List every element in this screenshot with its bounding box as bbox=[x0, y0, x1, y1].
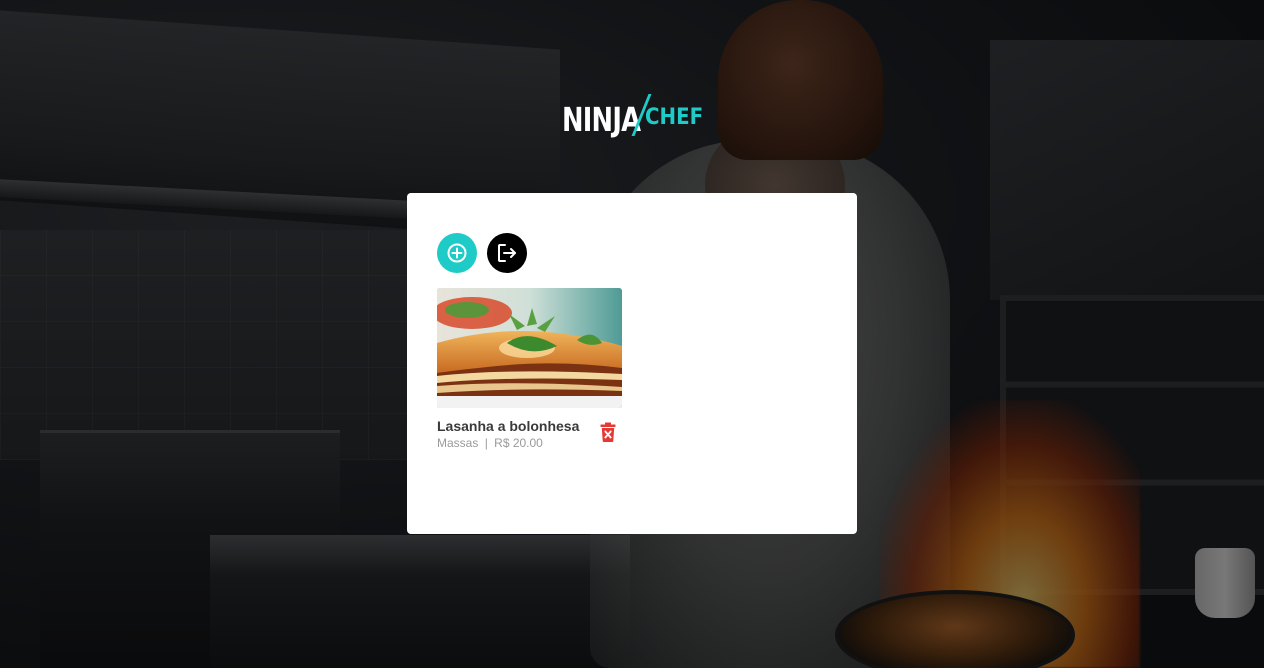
panel-actions bbox=[437, 233, 527, 273]
dish-photo[interactable] bbox=[437, 288, 622, 408]
add-dish-button[interactable] bbox=[437, 233, 477, 273]
logout-button[interactable] bbox=[487, 233, 527, 273]
dish-category: Massas bbox=[437, 436, 479, 450]
dish-meta: Massas | R$ 20.00 bbox=[437, 435, 622, 451]
logo-chef-text: CHEF bbox=[645, 105, 704, 130]
lasagna-image bbox=[437, 288, 622, 408]
dish-card: Lasanha a bolonhesa Massas | R$ 20.00 bbox=[437, 288, 622, 457]
delete-dish-button[interactable] bbox=[600, 422, 616, 442]
dish-price: R$ 20.00 bbox=[494, 436, 543, 450]
trash-icon bbox=[600, 422, 616, 442]
dish-info: Lasanha a bolonhesa Massas | R$ 20.00 bbox=[437, 417, 622, 457]
plus-circle-icon bbox=[447, 243, 467, 263]
logout-icon bbox=[498, 244, 516, 262]
dish-separator: | bbox=[484, 436, 488, 450]
dish-name: Lasanha a bolonhesa bbox=[437, 418, 580, 434]
logo-ninja-text: NINJA bbox=[562, 100, 641, 139]
dishes-panel: Lasanha a bolonhesa Massas | R$ 20.00 bbox=[407, 193, 857, 534]
ninjachef-logo: NINJA CHEF bbox=[562, 88, 710, 136]
